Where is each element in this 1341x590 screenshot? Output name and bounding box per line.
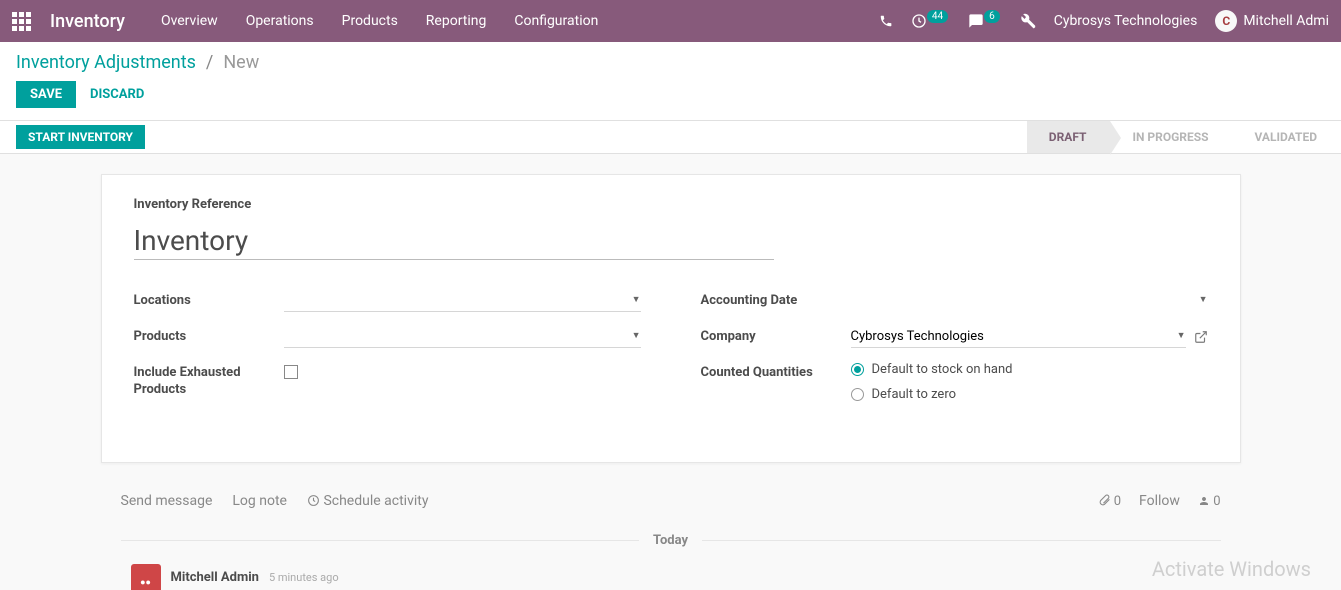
content-area: Inventory Reference Locations ▼ Products… — [0, 154, 1341, 590]
status-in-progress[interactable]: IN PROGRESS — [1110, 121, 1232, 153]
inventory-reference-input[interactable] — [134, 220, 774, 260]
send-message-button[interactable]: Send message — [121, 493, 213, 509]
form-col-left: Locations ▼ Products ▼ Include Exhausted… — [134, 290, 641, 422]
form-col-right: Accounting Date ▼ Company ▼ — [701, 290, 1208, 422]
company-switcher[interactable]: Cybrosys Technologies — [1054, 13, 1198, 29]
action-bar: SAVE DISCARD — [0, 81, 1341, 120]
user-menu[interactable]: C Mitchell Admi — [1215, 10, 1329, 32]
nav-overview[interactable]: Overview — [161, 13, 218, 29]
follower-count[interactable]: 0 — [1198, 494, 1221, 509]
include-exhausted-label: Include Exhausted Products — [134, 362, 284, 399]
person-icon: 0 — [1213, 494, 1220, 509]
breadcrumb-current: New — [223, 52, 259, 73]
attachment-count[interactable]: 0 — [1098, 494, 1122, 509]
nav-reporting[interactable]: Reporting — [426, 13, 487, 29]
discard-button[interactable]: DISCARD — [90, 87, 144, 102]
today-divider: Today — [121, 533, 1221, 548]
log-note-button[interactable]: Log note — [232, 493, 287, 509]
radio-zero-label: Default to zero — [872, 387, 957, 402]
status-row: START INVENTORY DRAFT IN PROGRESS VALIDA… — [0, 120, 1341, 154]
activity-icon[interactable]: 44 — [911, 13, 950, 29]
radio-stock-label: Default to stock on hand — [872, 362, 1013, 377]
radio-stock-on-hand[interactable]: Default to stock on hand — [851, 362, 1208, 377]
topbar: Inventory Overview Operations Products R… — [0, 0, 1341, 42]
tools-icon[interactable] — [1020, 13, 1036, 29]
follow-button[interactable]: Follow — [1139, 493, 1180, 509]
radio-default-zero[interactable]: Default to zero — [851, 387, 1208, 402]
products-field[interactable] — [284, 326, 641, 348]
accounting-date-field[interactable] — [851, 290, 1208, 311]
app-name[interactable]: Inventory — [50, 11, 125, 32]
breadcrumb: Inventory Adjustments / New — [0, 42, 1341, 81]
topbar-right: 44 6 Cybrosys Technologies C Mitchell Ad… — [879, 10, 1329, 32]
locations-field[interactable] — [284, 290, 641, 312]
start-inventory-button[interactable]: START INVENTORY — [16, 125, 145, 149]
messages-icon[interactable]: 6 — [968, 13, 1002, 29]
company-field[interactable] — [851, 326, 1186, 348]
radio-icon — [851, 363, 864, 376]
log-time: 5 minutes ago — [269, 571, 339, 584]
products-label: Products — [134, 326, 284, 346]
status-draft[interactable]: DRAFT — [1027, 121, 1111, 153]
counted-quantities-label: Counted Quantities — [701, 362, 851, 382]
nav-links: Overview Operations Products Reporting C… — [161, 13, 598, 29]
watermark: Activate Windows — [1152, 557, 1311, 581]
save-button[interactable]: SAVE — [16, 81, 76, 108]
log-entry: ●● Mitchell Admin 5 minutes ago — [121, 564, 1221, 590]
messages-badge: 6 — [984, 10, 1000, 23]
paperclip-icon: 0 — [1114, 494, 1121, 509]
radio-icon — [851, 388, 864, 401]
schedule-activity-button[interactable]: Schedule activity — [307, 493, 429, 509]
status-steps: DRAFT IN PROGRESS VALIDATED — [1027, 121, 1341, 153]
user-name: Mitchell Admi — [1243, 13, 1329, 29]
phone-icon[interactable] — [879, 14, 893, 28]
log-author: Mitchell Admin — [171, 570, 259, 585]
breadcrumb-root[interactable]: Inventory Adjustments — [16, 52, 196, 73]
company-label: Company — [701, 326, 851, 346]
external-link-icon[interactable] — [1194, 330, 1208, 344]
accounting-date-label: Accounting Date — [701, 290, 851, 310]
include-exhausted-checkbox[interactable] — [284, 365, 298, 379]
nav-products[interactable]: Products — [342, 13, 398, 29]
log-avatar: ●● — [131, 564, 161, 590]
nav-configuration[interactable]: Configuration — [514, 13, 598, 29]
inventory-reference-label: Inventory Reference — [134, 197, 1208, 212]
nav-operations[interactable]: Operations — [246, 13, 314, 29]
form-sheet: Inventory Reference Locations ▼ Products… — [101, 174, 1241, 463]
locations-label: Locations — [134, 290, 284, 310]
chatter-top: Send message Log note Schedule activity … — [121, 493, 1221, 525]
chatter: Send message Log note Schedule activity … — [101, 481, 1241, 590]
breadcrumb-sep: / — [206, 52, 213, 73]
activity-badge: 44 — [927, 10, 948, 23]
avatar: C — [1215, 10, 1237, 32]
apps-icon[interactable] — [10, 10, 32, 32]
status-validated[interactable]: VALIDATED — [1233, 121, 1341, 153]
